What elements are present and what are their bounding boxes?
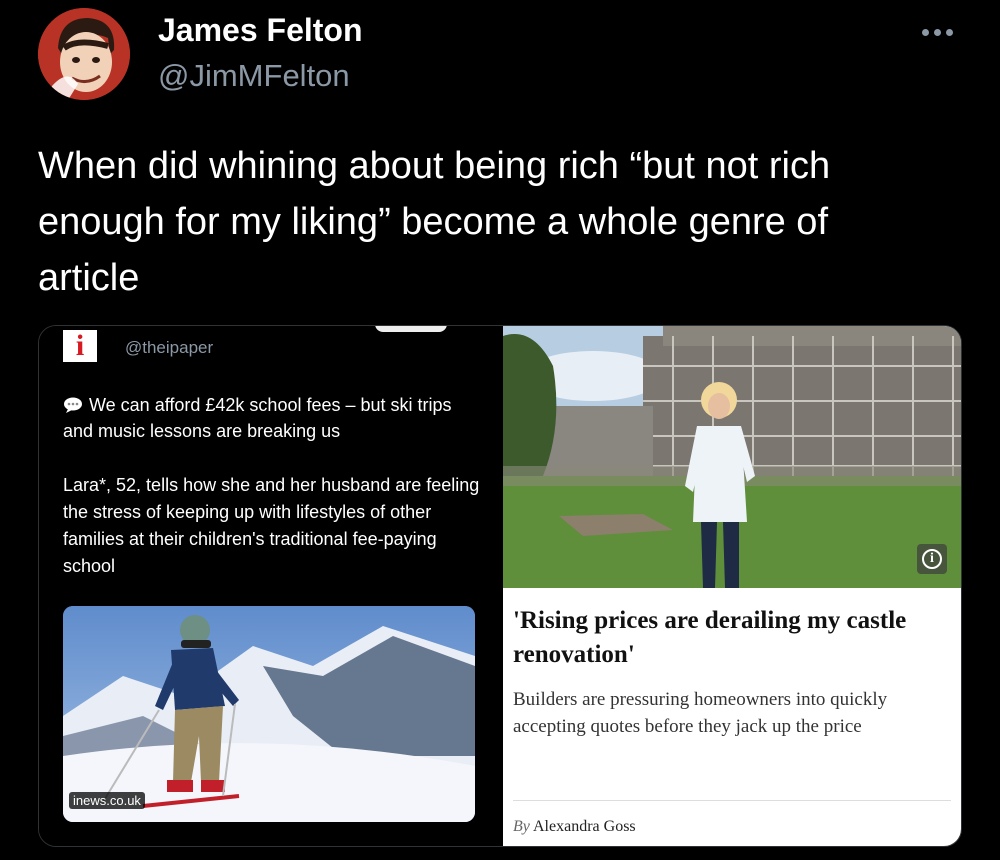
byline-prefix: By xyxy=(513,818,530,835)
ip-body-text: Lara*, 52, tells how she and her husband… xyxy=(63,475,480,576)
author-name[interactable]: James Felton xyxy=(158,12,363,49)
theipaper-handle: @theipaper xyxy=(125,338,214,357)
theipaper-logo: i xyxy=(63,330,97,362)
more-icon[interactable] xyxy=(922,22,962,42)
follow-button xyxy=(375,326,447,332)
ski-photo: inews.co.uk xyxy=(63,606,475,822)
article-standfirst: Builders are pressuring homeowners into … xyxy=(513,689,888,737)
tweet-media[interactable]: i @theipaper We can afford £42k school f… xyxy=(38,325,962,847)
article-title[interactable]: 'Rising prices are derailing my castle r… xyxy=(513,604,943,672)
castle-photo: i xyxy=(503,326,961,588)
divider xyxy=(513,800,951,801)
ip-headline-text: We can afford £42k school fees – but ski… xyxy=(63,395,452,441)
byline-author[interactable]: Alexandra Goss xyxy=(533,818,636,835)
castle-article: i 'Rising prices are derailing my castle… xyxy=(503,326,961,846)
author-handle[interactable]: @JimMFelton xyxy=(158,58,350,94)
byline: By Alexandra Goss xyxy=(513,818,636,836)
speech-bubble-icon xyxy=(64,397,82,413)
ip-headline: We can afford £42k school fees – but ski… xyxy=(63,392,483,444)
image-source-badge: inews.co.uk xyxy=(69,792,145,809)
info-icon[interactable]: i xyxy=(917,544,947,574)
theipaper-screenshot: i @theipaper We can afford £42k school f… xyxy=(39,326,499,846)
avatar[interactable] xyxy=(38,8,130,100)
tweet-text: When did whining about being rich “but n… xyxy=(38,145,831,299)
